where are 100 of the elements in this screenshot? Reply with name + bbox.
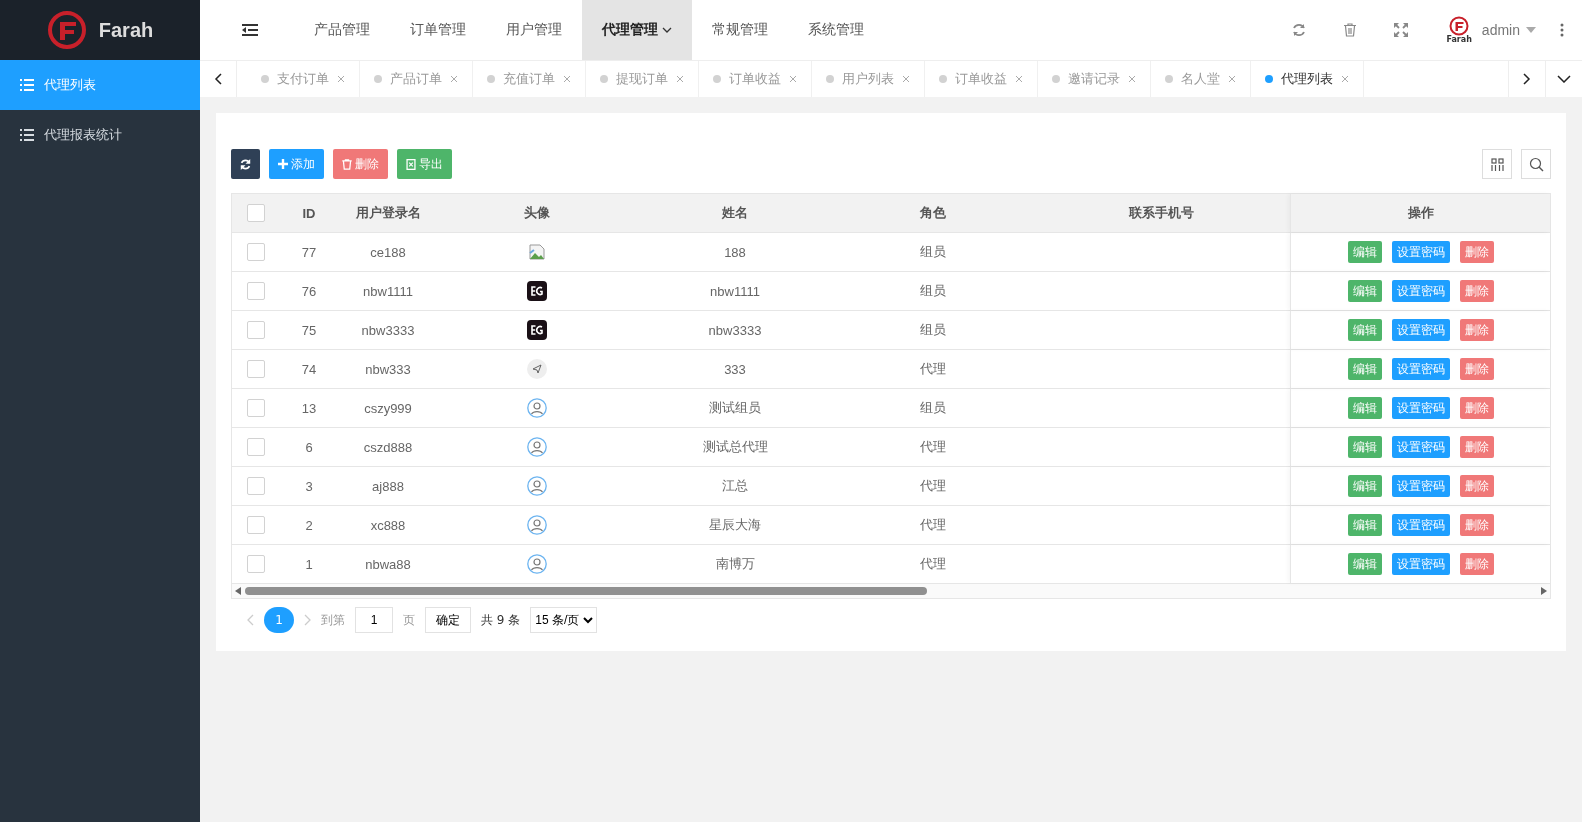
menu-fold-icon[interactable]	[242, 24, 258, 36]
close-icon[interactable]	[902, 75, 910, 83]
password-button[interactable]: 设置密码	[1391, 397, 1450, 419]
page-tab[interactable]: 提现订单	[586, 61, 699, 97]
edit-button[interactable]: 编辑	[1347, 475, 1382, 497]
password-button[interactable]: 设置密码	[1391, 553, 1450, 575]
edit-button[interactable]: 编辑	[1347, 358, 1382, 380]
delete-button[interactable]: 删除	[1459, 553, 1494, 575]
password-button[interactable]: 设置密码	[1391, 280, 1450, 302]
table-cell-text: 代理	[919, 516, 947, 534]
row-checkbox[interactable]	[247, 477, 265, 495]
table-cell-text: 75	[300, 321, 318, 340]
user-avatar-icon	[527, 476, 547, 496]
fullscreen-icon[interactable]	[1394, 23, 1409, 37]
page-number[interactable]: 1	[264, 607, 294, 633]
delete-button[interactable]: 删除	[1459, 241, 1494, 263]
row-checkbox[interactable]	[247, 243, 265, 261]
password-button[interactable]: 设置密码	[1391, 514, 1450, 536]
chevron-left-icon	[214, 73, 222, 85]
row-checkbox[interactable]	[247, 282, 265, 300]
nav-item[interactable]: 用户管理	[486, 0, 582, 60]
page-tab[interactable]: 充值订单	[473, 61, 586, 97]
password-button[interactable]: 设置密码	[1391, 358, 1450, 380]
table-cell-text: xc888	[369, 516, 407, 535]
scroll-right-icon[interactable]	[1541, 587, 1547, 595]
delete-button[interactable]: 删除	[333, 149, 388, 179]
close-icon[interactable]	[563, 75, 571, 83]
page-tab[interactable]: 邀请记录	[1038, 61, 1151, 97]
prev-page-icon[interactable]	[247, 614, 254, 626]
search-button[interactable]	[1521, 149, 1551, 179]
close-icon[interactable]	[450, 75, 458, 83]
row-checkbox[interactable]	[247, 555, 265, 573]
table-cell-text: 星辰大海	[708, 516, 762, 534]
close-icon[interactable]	[1128, 75, 1136, 83]
nav-item[interactable]: 订单管理	[390, 0, 486, 60]
page-tab[interactable]: 订单收益	[699, 61, 812, 97]
more-icon[interactable]	[1560, 23, 1564, 37]
password-button[interactable]: 设置密码	[1391, 241, 1450, 263]
edit-button[interactable]: 编辑	[1347, 514, 1382, 536]
refresh-icon[interactable]	[1292, 23, 1307, 37]
delete-button[interactable]: 删除	[1459, 280, 1494, 302]
close-icon[interactable]	[1341, 75, 1349, 83]
nav-item[interactable]: 产品管理	[294, 0, 390, 60]
close-icon[interactable]	[1228, 75, 1236, 83]
row-checkbox[interactable]	[247, 516, 265, 534]
page-tab[interactable]: 名人堂	[1151, 61, 1251, 97]
delete-button[interactable]: 删除	[1459, 358, 1494, 380]
user-avatar-icon	[527, 515, 547, 535]
close-icon[interactable]	[676, 75, 684, 83]
nav-item[interactable]: 代理管理	[582, 0, 692, 60]
trash-icon[interactable]	[1344, 23, 1357, 37]
password-button[interactable]: 设置密码	[1391, 475, 1450, 497]
confirm-button[interactable]: 确定	[425, 607, 471, 633]
page-tab[interactable]: 支付订单	[247, 61, 360, 97]
page-tab[interactable]: 用户列表	[812, 61, 925, 97]
delete-button[interactable]: 删除	[1459, 319, 1494, 341]
edit-button[interactable]: 编辑	[1347, 553, 1382, 575]
user-menu[interactable]: admin	[1481, 22, 1536, 38]
row-checkbox[interactable]	[247, 399, 265, 417]
next-page-icon[interactable]	[304, 614, 311, 626]
delete-button[interactable]: 删除	[1459, 514, 1494, 536]
password-button[interactable]: 设置密码	[1391, 436, 1450, 458]
columns-button[interactable]	[1482, 149, 1512, 179]
table-cell-text: aj888	[371, 477, 405, 496]
refresh-button[interactable]	[231, 149, 260, 179]
page-input[interactable]: 1	[355, 607, 393, 633]
export-button[interactable]: 导出	[397, 149, 452, 179]
edit-button[interactable]: 编辑	[1347, 319, 1382, 341]
row-checkbox[interactable]	[247, 360, 265, 378]
edit-button[interactable]: 编辑	[1347, 280, 1382, 302]
list-icon	[20, 129, 34, 141]
delete-button[interactable]: 删除	[1459, 397, 1494, 419]
delete-button[interactable]: 删除	[1459, 475, 1494, 497]
sidebar-item[interactable]: 代理列表	[0, 60, 200, 110]
row-checkbox[interactable]	[247, 438, 265, 456]
edit-button[interactable]: 编辑	[1347, 436, 1382, 458]
nav-item[interactable]: 系统管理	[788, 0, 884, 60]
password-button[interactable]: 设置密码	[1391, 319, 1450, 341]
sidebar-item[interactable]: 代理报表统计	[0, 110, 200, 160]
horizontal-scrollbar[interactable]	[232, 584, 1550, 598]
scroll-left-icon[interactable]	[235, 587, 241, 595]
page-tab[interactable]: 订单收益	[925, 61, 1038, 97]
delete-button[interactable]: 删除	[1459, 436, 1494, 458]
nav-item[interactable]: 常规管理	[692, 0, 788, 60]
status-dot	[1165, 75, 1173, 83]
close-icon[interactable]	[789, 75, 797, 83]
edit-button[interactable]: 编辑	[1347, 397, 1382, 419]
page-tab[interactable]: 产品订单	[360, 61, 473, 97]
column-header: 姓名	[721, 204, 749, 222]
add-button[interactable]: 添加	[269, 149, 324, 179]
status-dot	[487, 75, 495, 83]
edit-button[interactable]: 编辑	[1347, 241, 1382, 263]
column-header: 联系手机号	[1127, 204, 1195, 222]
close-icon[interactable]	[1015, 75, 1023, 83]
column-header: ID	[301, 204, 317, 223]
select-all-checkbox[interactable]	[247, 204, 265, 222]
row-checkbox[interactable]	[247, 321, 265, 339]
page-size-select[interactable]: 15 条/页	[530, 607, 598, 633]
close-icon[interactable]	[337, 75, 345, 83]
page-tab[interactable]: 代理列表	[1251, 61, 1364, 97]
